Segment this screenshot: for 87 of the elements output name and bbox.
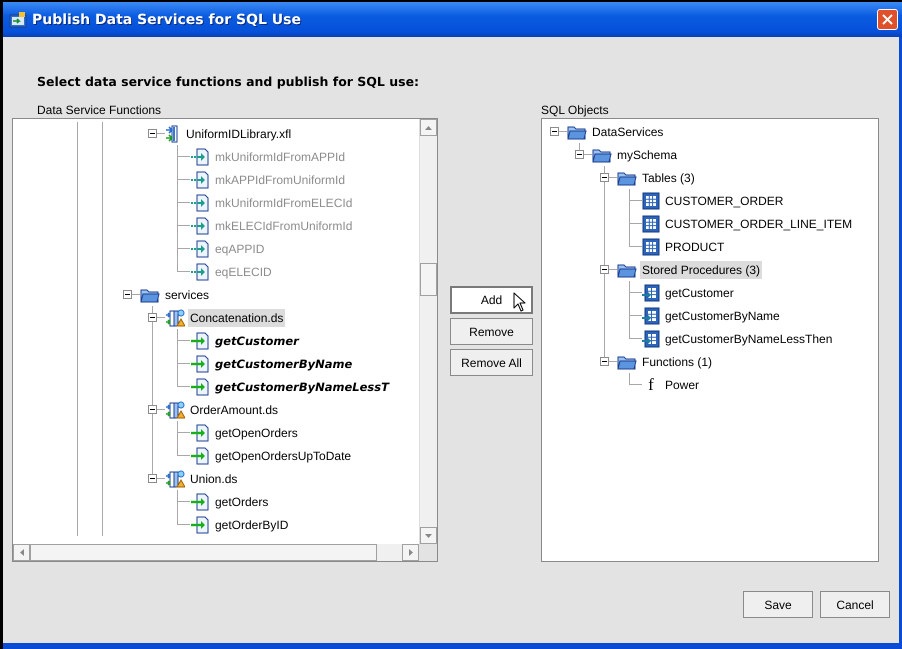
tree-item[interactable]: services [163, 286, 212, 304]
collapse-toggle[interactable] [550, 127, 559, 136]
data-service-icon [165, 400, 185, 418]
table-icon [642, 192, 660, 210]
tree-item[interactable]: getOpenOrders [213, 424, 300, 442]
tree-item[interactable]: CUSTOMER_ORDER_LINE_ITEM [663, 214, 854, 232]
action-button[interactable]: Remove All [450, 349, 533, 376]
tree-item[interactable]: UniformIDLibrary.xfl [184, 124, 294, 142]
function-icon [190, 378, 210, 396]
collapse-toggle[interactable] [600, 265, 609, 274]
tree-item[interactable]: getCustomerByName [213, 354, 354, 372]
tree-item[interactable]: OrderAmount.ds [188, 400, 280, 418]
collapse-toggle[interactable] [148, 474, 157, 483]
tree-item[interactable]: mySchema [615, 146, 680, 164]
dialog-button[interactable]: Cancel [820, 591, 890, 618]
app-icon [9, 12, 27, 28]
tree-item[interactable]: Union.ds [188, 470, 240, 488]
function-icon [190, 354, 210, 372]
tree-item[interactable]: Concatenation.ds [188, 308, 286, 326]
panel-label: SQL Objects [541, 103, 610, 118]
tree-item[interactable]: getCustomer [663, 284, 736, 302]
dialog-button[interactable]: Save [743, 591, 813, 618]
action-button[interactable]: Remove [450, 318, 533, 345]
function-icon [190, 424, 210, 442]
dimmed-function-icon [190, 262, 210, 280]
dimmed-function-icon [190, 194, 210, 212]
tree-item[interactable]: getOpenOrdersUpToDate [213, 446, 354, 464]
close-icon [882, 14, 893, 25]
tree-item[interactable]: Stored Procedures (3) [640, 260, 762, 278]
data-service-icon [165, 470, 185, 488]
table-icon [642, 238, 660, 256]
collapse-toggle[interactable] [600, 357, 609, 366]
folder-icon [140, 286, 160, 302]
folder-icon [592, 146, 612, 162]
collapse-toggle[interactable] [575, 150, 584, 159]
panel-label: Data Service Functions [37, 103, 162, 118]
function-icon [190, 516, 210, 534]
tree-item[interactable]: getCustomerByNameLessThen [663, 330, 834, 348]
dimmed-function-icon [190, 148, 210, 166]
scroll-right-button[interactable] [402, 544, 419, 561]
scrollbar-corner [419, 544, 437, 561]
action-button[interactable]: Add [450, 286, 533, 314]
procedure-icon [642, 284, 660, 302]
table-icon [642, 214, 660, 232]
data-service-icon [165, 308, 185, 326]
collapse-toggle[interactable] [148, 129, 157, 138]
down-arrow-icon [425, 534, 432, 538]
scroll-left-button[interactable] [13, 544, 30, 561]
tree-item[interactable]: getCustomer [213, 332, 301, 350]
folder-icon [567, 124, 587, 140]
tree-item[interactable]: CUSTOMER_ORDER [663, 192, 786, 210]
dimmed-function-icon [190, 216, 210, 234]
tree-item[interactable]: Power [663, 376, 702, 394]
dimmed-function-icon [190, 170, 210, 188]
procedure-icon [642, 306, 660, 324]
up-arrow-icon [425, 126, 432, 130]
dimmed-function-icon [190, 240, 210, 258]
vertical-scrollbar[interactable] [419, 119, 437, 544]
close-button[interactable] [877, 9, 898, 30]
collapse-toggle[interactable] [123, 290, 132, 299]
mouse-pointer-icon [513, 292, 526, 312]
tree-item[interactable]: DataServices [590, 122, 666, 140]
right-arrow-icon [408, 549, 412, 556]
tree-item[interactable]: Functions (1) [640, 352, 714, 370]
folder-icon [617, 262, 637, 278]
scroll-down-button[interactable] [420, 527, 437, 544]
folder-icon [617, 170, 637, 186]
procedure-icon [642, 330, 660, 348]
collapse-toggle[interactable] [148, 405, 157, 414]
left-arrow-icon [20, 549, 24, 556]
tree-item[interactable]: getOrderByID [213, 516, 290, 534]
folder-icon [617, 354, 637, 370]
tree-item[interactable]: PRODUCT [663, 238, 726, 256]
scroll-up-button[interactable] [420, 119, 437, 136]
scrollbar-thumb[interactable] [420, 263, 437, 296]
function-icon [190, 492, 210, 510]
function-icon [190, 332, 210, 350]
tree-item[interactable]: getOrders [213, 492, 270, 510]
collapse-toggle[interactable] [600, 173, 609, 182]
collapse-toggle[interactable] [148, 313, 157, 322]
tree-item[interactable]: Tables (3) [640, 168, 697, 186]
window-title: Publish Data Services for SQL Use [32, 12, 302, 28]
function-icon [190, 446, 210, 464]
tree-item[interactable]: getCustomerByName [663, 306, 782, 324]
function-symbol: f [647, 374, 655, 394]
instruction-heading: Select data service functions and publish for SQL use: [37, 74, 420, 90]
tree-item[interactable]: getCustomerByNameLessT [213, 378, 391, 396]
